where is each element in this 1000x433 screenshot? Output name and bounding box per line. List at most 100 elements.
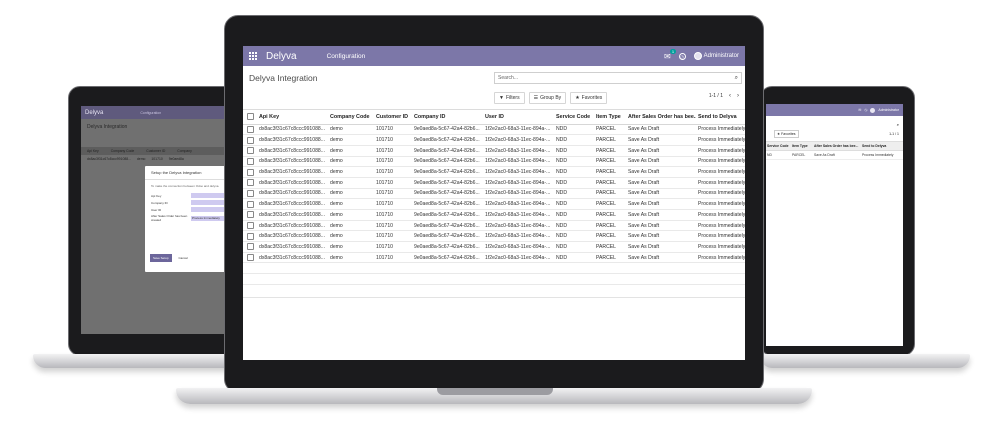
right-table-header: Service Code Item Type After Sales Order… — [766, 141, 903, 151]
table-row[interactable]: dx8ac3f31c67c8ccc991088... demo 101710 9e0a… — [243, 188, 745, 200]
table-row[interactable]: dx8ac3f31c67c8ccc991088... demo 101710 9e0a… — [243, 145, 745, 157]
column-header[interactable]: Customer ID — [374, 110, 412, 125]
left-column-header[interactable]: Api Key — [87, 149, 99, 153]
table-cell: demo — [328, 177, 374, 189]
save-setup-button[interactable]: Save Setup — [150, 254, 172, 262]
column-header[interactable]: Send to Delyva — [696, 110, 745, 125]
column-header[interactable]: Company Code — [328, 110, 374, 125]
cancel-button[interactable]: Cancel — [176, 254, 191, 262]
table-cell: 1f2e2ac0-68a3-11ec-894a-... — [483, 134, 554, 146]
right-activity-icon[interactable]: ◷ — [864, 108, 867, 112]
table-row[interactable]: dx8ac3f31c67c8ccc991088... demo 101710 9e0a… — [243, 252, 745, 264]
table-cell: 9e0aed8a-5c67-42a4-82b6... — [412, 134, 483, 146]
table-row[interactable]: dx8ac3f31c67c8ccc991088... demo 101710 9e0a… — [243, 124, 745, 136]
search-input[interactable] — [498, 75, 735, 81]
center-laptop-notch — [437, 388, 553, 395]
row-checkbox[interactable] — [243, 124, 257, 136]
right-search-icon[interactable]: ⌕ — [897, 122, 899, 127]
table-cell: NDD — [554, 209, 594, 221]
table-cell: demo — [328, 145, 374, 157]
left-table-row[interactable]: dx8ac3f31c67c8ccc991088... demo 101710 9e0a… — [81, 155, 243, 163]
pager-value[interactable]: 1-1 / 1 — [709, 93, 723, 99]
table-cell: demo — [328, 188, 374, 200]
table-row[interactable]: dx8ac3f31c67c8ccc991088... demo 101710 9e0a… — [243, 177, 745, 189]
table-cell: PARCEL — [594, 198, 626, 210]
row-checkbox[interactable] — [243, 188, 257, 200]
favorites-button[interactable]: ★ Favorites — [570, 92, 608, 104]
table-cell: 9e0aed8a-5c67-42a4-82b6... — [412, 156, 483, 168]
table-cell: 9e0aed8a-5c67-42a4-82b6... — [412, 145, 483, 157]
row-checkbox[interactable] — [243, 230, 257, 243]
table-row[interactable]: dx8ac3f31c67c8ccc991088... demo 101710 9e0a… — [243, 230, 745, 243]
select-all-checkbox[interactable] — [243, 110, 257, 125]
group-by-icon: ☰ — [533, 95, 539, 101]
menu-configuration[interactable]: Configuration — [327, 53, 366, 60]
left-laptop-screen: Delyva Configuration Delyva Integration … — [81, 106, 243, 334]
left-column-header[interactable]: Company Code — [111, 149, 135, 153]
row-checkbox[interactable] — [243, 134, 257, 146]
table-cell: Save As Draft — [626, 156, 696, 168]
pager-previous-icon[interactable]: ‹ — [729, 93, 731, 99]
app-brand[interactable]: Delyva — [266, 51, 297, 62]
left-column-header[interactable]: Company — [177, 149, 192, 153]
user-menu[interactable]: Administrator — [693, 52, 739, 60]
page-title: Delyva Integration — [249, 73, 318, 83]
column-header[interactable]: User ID — [483, 110, 554, 125]
row-checkbox[interactable] — [243, 209, 257, 221]
row-checkbox[interactable] — [243, 198, 257, 210]
right-favorites-button[interactable]: ★ Favorites — [774, 130, 799, 138]
left-table-header: Api Key Company Code Customer ID Company — [81, 147, 243, 155]
right-chat-icon[interactable]: ✉ — [858, 108, 861, 112]
table-cell: NDD — [554, 198, 594, 210]
right-table-row[interactable]: ND PARCEL Save As Draft Process Immediat… — [766, 151, 903, 160]
table-cell: NDD — [554, 166, 594, 178]
chat-icon[interactable]: ✉ 1 — [664, 48, 676, 61]
table-cell: PARCEL — [594, 156, 626, 168]
table-row[interactable]: dx8ac3f31c67c8ccc991088... demo 101710 9e0a… — [243, 198, 745, 210]
table-row[interactable]: dx8ac3f31c67c8ccc991088... demo 101710 9e0a… — [243, 241, 745, 253]
table-row[interactable]: dx8ac3f31c67c8ccc991088... demo 101710 9e0a… — [243, 209, 745, 221]
row-checkbox[interactable] — [243, 252, 257, 264]
chat-badge: 1 — [670, 48, 676, 54]
table-cell: dx8ac3f31c67c8ccc991088... — [257, 252, 328, 264]
pager-next-icon[interactable]: › — [737, 93, 739, 99]
search-box[interactable]: ⌕ — [494, 72, 742, 84]
row-checkbox[interactable] — [243, 145, 257, 157]
column-header[interactable]: Company ID — [412, 110, 483, 125]
left-table-cell: 9e0aed8a — [168, 157, 184, 161]
table-row[interactable]: dx8ac3f31c67c8ccc991088... demo 101710 9e0a… — [243, 220, 745, 232]
table-row[interactable]: dx8ac3f31c67c8ccc991088... demo 101710 9e0a… — [243, 134, 745, 146]
row-checkbox[interactable] — [243, 166, 257, 178]
activity-clock-icon[interactable]: ◷ — [678, 52, 686, 60]
left-menu-configuration[interactable]: Configuration — [140, 111, 161, 115]
row-checkbox[interactable] — [243, 156, 257, 168]
table-cell: dx8ac3f31c67c8ccc991088... — [257, 124, 328, 136]
left-column-header[interactable]: Customer ID — [146, 149, 165, 153]
column-header[interactable]: Item Type — [594, 110, 626, 125]
search-icon[interactable]: ⌕ — [735, 75, 738, 82]
table-cell: Process Immediately — [696, 124, 745, 136]
table-row[interactable]: dx8ac3f31c67c8ccc991088... demo 101710 9e0a… — [243, 166, 745, 178]
group-by-button[interactable]: ☰ Group By — [528, 92, 567, 104]
right-user-name[interactable]: Administrator — [878, 108, 899, 112]
table-cell: Process Immediately — [696, 166, 745, 178]
control-panel: Delyva Integration ⌕ ▼Filters ☰Group By … — [243, 66, 745, 110]
table-cell: Save As Draft — [626, 166, 696, 178]
row-checkbox[interactable] — [243, 241, 257, 253]
apps-menu-icon[interactable] — [249, 51, 258, 61]
filters-button[interactable]: ▼ Filters — [494, 92, 525, 104]
column-header[interactable]: Service Code — [554, 110, 594, 125]
table-cell: NDD — [554, 177, 594, 189]
column-header[interactable]: Api Key — [257, 110, 328, 125]
row-checkbox[interactable] — [243, 220, 257, 232]
table-cell: NDD — [554, 124, 594, 136]
table-row[interactable]: dx8ac3f31c67c8ccc991088... demo 101710 9e0a… — [243, 156, 745, 168]
table-cell: demo — [328, 220, 374, 232]
table-cell: PARCEL — [594, 252, 626, 264]
table-cell: 1f2e2ac0-68a3-11ec-894a-... — [483, 198, 554, 210]
table-cell: dx8ac3f31c67c8ccc991088... — [257, 220, 328, 232]
column-header[interactable]: After Sales Order has bee... — [626, 110, 696, 125]
table-cell: NDD — [554, 220, 594, 232]
table-cell: 9e0aed8a-5c67-42a4-82b6... — [412, 177, 483, 189]
row-checkbox[interactable] — [243, 177, 257, 189]
